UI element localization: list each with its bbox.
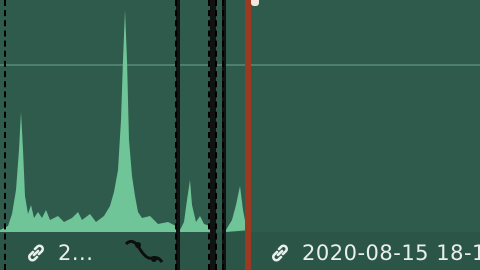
clip-boundary [215,0,217,270]
clip-boundary [222,0,224,270]
clip-name: 2... [58,241,94,265]
playhead[interactable] [245,0,251,270]
clip-boundary [208,0,210,270]
audio-clip-1[interactable]: 2... [0,0,176,270]
clip-boundary [4,0,6,270]
clip-title: 2020-08-15 18-1 [268,240,480,266]
clip-footer [180,232,210,270]
link-icon [24,241,48,265]
link-icon [268,241,292,265]
waveform [0,10,176,232]
clip-name: 2020-08-15 18-1 [302,241,480,265]
clip-boundary [175,0,177,270]
waveform [226,186,250,232]
audio-track: 2... 2020-08-15 18-1 [0,0,480,270]
fade-curve-icon[interactable] [124,236,164,270]
playhead-handle[interactable] [251,0,259,6]
clip-title: 2... [24,240,93,266]
audio-clip-4[interactable]: 2020-08-15 18-1 [226,0,480,270]
waveform [180,180,210,232]
audio-clip-2[interactable] [180,0,210,270]
